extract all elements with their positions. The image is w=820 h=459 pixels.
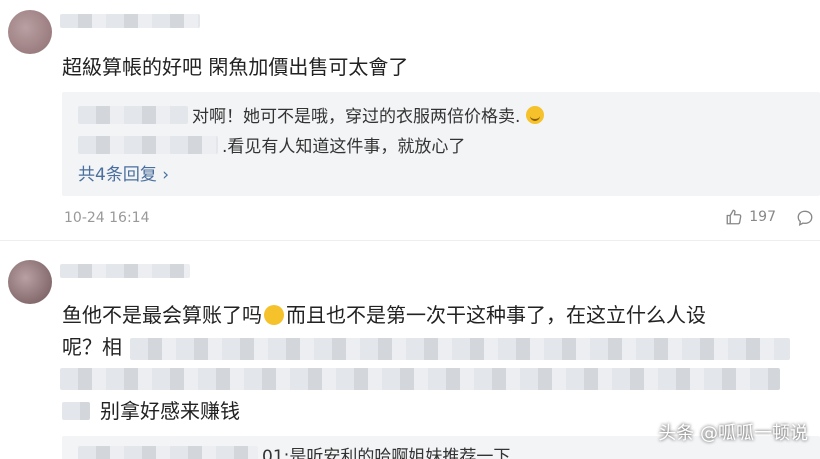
reply-1[interactable]: 对啊！她可不是哦，穿过的衣服两倍价格卖. — [78, 102, 545, 127]
reply-text: 01:是听安利的哈啊姐妹推荐一下 — [262, 447, 511, 459]
reply-username-blurred[interactable] — [78, 135, 218, 154]
comment-text-part: 别拿好感来赚钱 — [100, 399, 240, 423]
watermark: 头条 @呱呱一顿说 — [658, 423, 808, 444]
reply-username-blurred[interactable] — [78, 105, 188, 124]
reply-box[interactable]: 对啊！她可不是哦，穿过的衣服两倍价格卖. .看见有人知道这件事，就放心了 共4条… — [62, 92, 820, 196]
thumbs-up-icon[interactable] — [725, 208, 743, 226]
comment-text: 鱼他不是最会算账了吗 而且也不是第一次干这种事了，在这立什么人设 — [62, 300, 706, 330]
username-blurred[interactable] — [60, 14, 200, 28]
avatar[interactable] — [8, 260, 52, 304]
reply-1[interactable]: 01:是听安利的哈啊姐妹推荐一下 — [78, 442, 510, 459]
comment-text-part: 而且也不是第一次干这种事了，在这立什么人设 — [286, 303, 706, 327]
blurred-text — [60, 368, 780, 390]
like-button[interactable]: 197 — [725, 208, 776, 226]
username-blurred[interactable] — [60, 264, 190, 278]
reply-username-blurred[interactable] — [78, 445, 258, 459]
comment-time: 10-24 16:14 — [64, 210, 150, 226]
comment-text-part: 呢？相 — [62, 335, 122, 359]
comment-text-part: 鱼他不是最会算账了吗 — [62, 303, 262, 327]
comment-1: 超級算帳的好吧 閑魚加價出售可太會了 对啊！她可不是哦，穿过的衣服两倍价格卖. … — [0, 0, 820, 240]
comment-text-line2: 呢？相 — [62, 332, 122, 362]
speech-bubble-icon[interactable] — [796, 209, 814, 227]
like-count: 197 — [749, 209, 776, 225]
smile-emoji-icon — [264, 305, 284, 325]
more-replies-link[interactable]: 共4条回复 › — [78, 160, 169, 185]
reply-2[interactable]: .看见有人知道这件事，就放心了 — [78, 132, 465, 157]
reply-text: 对啊！她可不是哦，穿过的衣服两倍价格卖. — [192, 107, 521, 127]
comment-text: 超級算帳的好吧 閑魚加價出售可太會了 — [62, 55, 409, 79]
more-replies-label[interactable]: 共4条回复 — [78, 165, 157, 185]
divider — [0, 240, 820, 241]
avatar[interactable] — [8, 10, 52, 54]
reply-text: .看见有人知道这件事，就放心了 — [222, 137, 466, 157]
smile-emoji-icon — [526, 105, 545, 124]
blurred-text — [130, 338, 790, 360]
chevron-right-icon: › — [162, 165, 170, 185]
blurred-text — [62, 402, 90, 420]
comment-text-line4: 别拿好感来赚钱 — [62, 396, 240, 426]
